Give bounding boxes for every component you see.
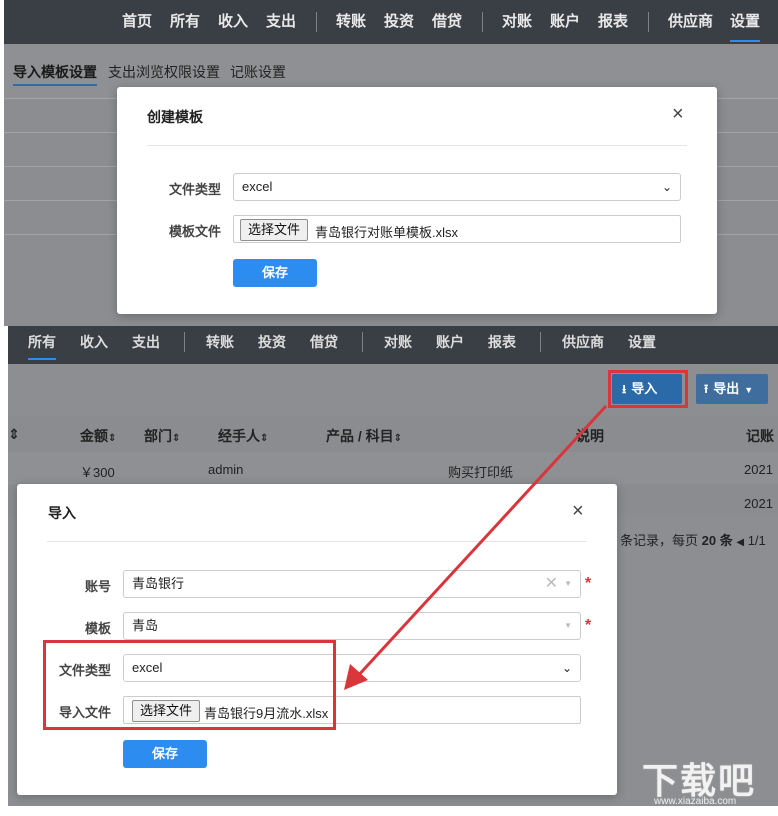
nav-suppliers[interactable]: 供应商: [562, 326, 604, 364]
nav-home[interactable]: 首页: [122, 0, 152, 44]
nav-accounts[interactable]: 账户: [550, 0, 580, 44]
cell-date: 2021: [744, 462, 773, 477]
col-handler[interactable]: 经手人⇕: [218, 426, 268, 446]
required-mark: *: [585, 575, 592, 592]
nav-all[interactable]: 所有: [28, 326, 56, 360]
nav-reconcile[interactable]: 对账: [384, 326, 412, 364]
modal-title: 创建模板: [147, 109, 203, 125]
caret-down-icon: ▼: [744, 385, 754, 395]
sort-icon: ⇕: [172, 433, 181, 444]
nav-divider: [648, 12, 649, 32]
template-file-label: 模板文件: [168, 224, 221, 239]
chevron-down-icon: ⌄: [661, 180, 672, 194]
nav-all[interactable]: 所有: [170, 0, 200, 44]
nav-expense[interactable]: 支出: [132, 326, 160, 364]
nav-settings[interactable]: 设置: [628, 326, 656, 364]
nav-transfer[interactable]: 转账: [336, 0, 366, 44]
import-button-highlight: [608, 370, 688, 408]
nav-settings[interactable]: 设置: [730, 2, 761, 42]
subnav-bookkeeping[interactable]: 记账设置: [230, 62, 286, 82]
account-value: 青岛银行: [132, 576, 185, 591]
file-type-value: excel: [242, 179, 273, 194]
table-row[interactable]: [8, 452, 778, 484]
template-select[interactable]: 青岛 ▼: [123, 612, 581, 640]
caret-left-icon: ◀: [736, 537, 745, 548]
cell-date: 2021: [744, 496, 773, 511]
top-navbar: 首页 所有 收入 支出 转账 投资 借贷 对账 账户 报表 供应商 设置: [4, 0, 778, 44]
nav-reports[interactable]: 报表: [488, 326, 516, 364]
close-icon[interactable]: ×: [572, 501, 584, 521]
caret-down-icon: ▼: [564, 621, 572, 630]
nav-invest[interactable]: 投资: [384, 0, 414, 44]
template-value: 青岛: [132, 618, 159, 633]
caret-down-icon: ▼: [564, 579, 572, 588]
subnav-expense-permission[interactable]: 支出浏览权限设置: [108, 62, 220, 82]
col-department[interactable]: 部门⇕: [144, 426, 180, 446]
nav-income[interactable]: 收入: [80, 326, 108, 364]
modal-divider: [47, 541, 587, 542]
nav-divider: [184, 332, 185, 352]
nav-loan[interactable]: 借贷: [432, 0, 462, 44]
nav-transfer[interactable]: 转账: [206, 326, 234, 364]
nav-reconcile[interactable]: 对账: [502, 0, 532, 44]
save-button[interactable]: 保存: [123, 740, 207, 768]
close-icon[interactable]: ×: [672, 104, 684, 124]
choose-file-button[interactable]: 选择文件: [240, 219, 309, 241]
nav-suppliers[interactable]: 供应商: [668, 0, 713, 44]
col-date: 记账: [746, 428, 774, 444]
col-product[interactable]: 产品 / 科目⇕: [326, 426, 402, 446]
save-button[interactable]: 保存: [233, 259, 317, 287]
sort-icon: ⇕: [393, 433, 403, 444]
file-type-select[interactable]: excel ⌄: [233, 173, 681, 201]
template-file-input[interactable]: 选择文件 青岛银行对账单模板.xlsx: [233, 215, 681, 243]
create-template-modal: 创建模板 × 文件类型 excel ⌄ 模板文件 选择文件 青岛银行对账单模板.…: [117, 87, 717, 314]
clear-icon[interactable]: ✕: [545, 571, 558, 597]
cell-amount: ￥300: [80, 465, 115, 480]
sort-icon[interactable]: ⇕: [8, 426, 20, 443]
pager-text: 条记录，每页 20 条 ◀ 1/1: [620, 533, 766, 548]
nav-divider: [540, 332, 541, 352]
import-modal: 导入 × 账号 青岛银行 ✕ ▼ * 模板 青岛 ▼ * 文件类型 excel …: [17, 484, 617, 795]
account-label: 账号: [84, 579, 111, 594]
file-name: 青岛银行对账单模板.xlsx: [315, 225, 459, 240]
export-button[interactable]: ⭱ 导出 ▼: [696, 374, 768, 404]
nav-invest[interactable]: 投资: [258, 326, 286, 364]
subnav-import-template[interactable]: 导入模板设置: [13, 62, 97, 86]
nav-divider: [482, 12, 483, 32]
col-amount[interactable]: 金额⇕: [80, 426, 116, 446]
nav-income[interactable]: 收入: [218, 0, 248, 44]
modal-title: 导入: [48, 505, 76, 521]
template-label: 模板: [84, 621, 111, 636]
upload-icon: ⭱: [704, 382, 709, 396]
nav-divider: [362, 332, 363, 352]
sort-icon: ⇕: [108, 433, 117, 444]
sort-icon: ⇕: [260, 433, 269, 444]
col-description: 说明: [576, 428, 604, 444]
cell-description: 购买打印纸: [448, 465, 514, 480]
account-select[interactable]: 青岛银行 ✕ ▼: [123, 570, 581, 598]
nav-accounts[interactable]: 账户: [436, 326, 464, 364]
top-navbar: 所有 收入 支出 转账 投资 借贷 对账 账户 报表 供应商 设置: [8, 326, 778, 364]
modal-divider: [147, 145, 687, 146]
cell-handler: admin: [208, 462, 244, 477]
export-label: 导出: [713, 381, 740, 396]
file-type-label: 文件类型: [168, 182, 221, 197]
file-fields-highlight: [43, 640, 336, 730]
required-mark: *: [585, 617, 592, 634]
nav-loan[interactable]: 借贷: [310, 326, 338, 364]
nav-reports[interactable]: 报表: [598, 0, 628, 44]
nav-expense[interactable]: 支出: [266, 0, 296, 44]
nav-divider: [316, 12, 317, 32]
chevron-down-icon: ⌄: [561, 661, 572, 675]
